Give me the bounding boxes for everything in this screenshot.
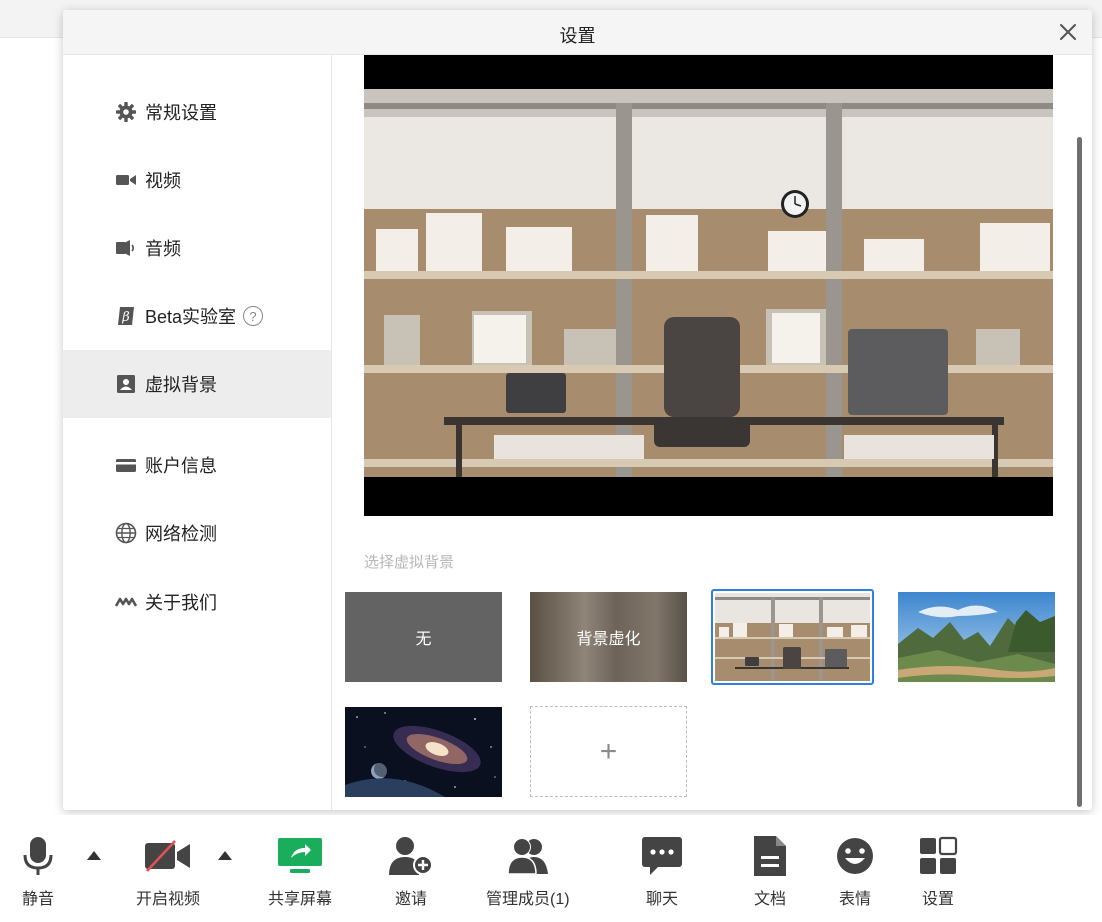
dialog-title: 设置	[559, 26, 596, 46]
sidebar-item-label: 网络检测	[145, 524, 217, 544]
tile-label: 背景虚化	[576, 631, 641, 648]
sidebar-item-label: Beta实验室	[145, 307, 237, 327]
svg-text:β: β	[121, 310, 130, 325]
content-scrollbar[interactable]	[1077, 137, 1082, 807]
globe-icon	[114, 522, 138, 544]
background-option-blur[interactable]: 背景虚化	[530, 592, 687, 682]
toolbar-label: 管理成员(1)	[486, 891, 570, 908]
chat-button[interactable]: 聊天	[640, 833, 684, 909]
beta-icon: β	[114, 305, 138, 327]
background-option-office[interactable]	[711, 589, 874, 685]
sidebar-item-about[interactable]: 关于我们	[63, 568, 331, 636]
portrait-icon	[114, 373, 138, 395]
emoji-icon	[835, 833, 875, 879]
toolbar-label: 邀请	[394, 891, 427, 908]
meeting-toolbar: 静音 开启视频 共享屏幕 邀请 管理成员(1) 聊天 文档 表情 设置	[0, 815, 1102, 922]
toolbar-label: 文档	[753, 891, 786, 908]
chat-icon	[640, 833, 684, 879]
sidebar-item-account[interactable]: 账户信息	[63, 431, 331, 499]
sidebar-item-label: 音频	[145, 239, 181, 259]
invite-button[interactable]: 邀请	[387, 833, 435, 909]
toolbar-label: 表情	[838, 891, 871, 908]
toolbar-label: 聊天	[645, 891, 678, 908]
documents-button[interactable]: 文档	[752, 833, 788, 909]
sidebar-item-virtual-background[interactable]: 虚拟背景	[63, 350, 331, 418]
sidebar-item-label: 视频	[145, 171, 181, 191]
help-icon[interactable]: ?	[243, 306, 264, 326]
toolbar-label: 共享屏幕	[268, 891, 333, 908]
tile-label: 无	[415, 631, 432, 648]
landscape-thumbnail	[898, 592, 1055, 682]
audio-options-caret[interactable]	[87, 851, 101, 860]
toolbar-label: 开启视频	[136, 891, 201, 908]
sidebar-item-network-test[interactable]: 网络检测	[63, 499, 331, 567]
galaxy-thumbnail	[345, 707, 502, 797]
close-icon	[1060, 24, 1076, 40]
settings-dialog: 设置 常规设置 视频 音频 β Beta实验室 ? 虚拟背景 账户信息 网络检测…	[63, 10, 1092, 810]
sidebar-item-audio[interactable]: 音频	[63, 214, 331, 282]
logo-icon	[114, 591, 138, 613]
toolbar-label: 设置	[921, 891, 954, 908]
members-icon	[502, 833, 554, 879]
add-background-button[interactable]: +	[530, 706, 687, 797]
toolbar-label: 静音	[21, 891, 54, 908]
manage-members-button[interactable]: 管理成员(1)	[486, 833, 570, 909]
sidebar-item-label: 关于我们	[145, 593, 217, 613]
background-option-none[interactable]: 无	[345, 592, 502, 682]
settings-grid-icon	[918, 833, 958, 879]
mute-button[interactable]: 静音	[18, 833, 58, 909]
start-video-button[interactable]: 开启视频	[136, 833, 200, 909]
dialog-header: 设置	[63, 10, 1092, 55]
speaker-icon	[114, 237, 138, 259]
office-background-image	[364, 89, 1053, 477]
sidebar-item-label: 虚拟背景	[145, 375, 217, 395]
share-screen-button[interactable]: 共享屏幕	[268, 833, 332, 909]
settings-button[interactable]: 设置	[918, 833, 958, 909]
sidebar-item-label: 常规设置	[145, 103, 217, 123]
document-icon	[752, 833, 788, 879]
video-options-caret[interactable]	[218, 851, 232, 860]
settings-sidebar: 常规设置 视频 音频 β Beta实验室 ? 虚拟背景 账户信息 网络检测 关于…	[63, 55, 332, 810]
plus-icon: +	[599, 734, 618, 768]
background-option-landscape[interactable]	[898, 592, 1055, 682]
gear-icon	[114, 101, 138, 123]
reactions-button[interactable]: 表情	[835, 833, 875, 909]
office-thumbnail	[715, 593, 870, 681]
sidebar-item-label: 账户信息	[145, 456, 217, 476]
invite-user-icon	[387, 833, 435, 879]
share-screen-icon	[276, 833, 324, 879]
microphone-icon	[18, 833, 58, 879]
close-button[interactable]	[1056, 20, 1080, 44]
background-option-galaxy[interactable]	[345, 707, 502, 797]
camera-preview	[364, 55, 1053, 516]
video-camera-icon	[114, 169, 138, 191]
card-icon	[114, 454, 138, 476]
sidebar-item-beta-lab[interactable]: β Beta实验室 ?	[63, 282, 331, 350]
video-off-icon	[143, 833, 193, 879]
sidebar-item-general[interactable]: 常规设置	[63, 78, 331, 146]
sidebar-item-video[interactable]: 视频	[63, 146, 331, 214]
virtual-background-panel: 选择虚拟背景 无 背景虚化 +	[333, 55, 1092, 810]
section-label: 选择虚拟背景	[364, 554, 455, 571]
